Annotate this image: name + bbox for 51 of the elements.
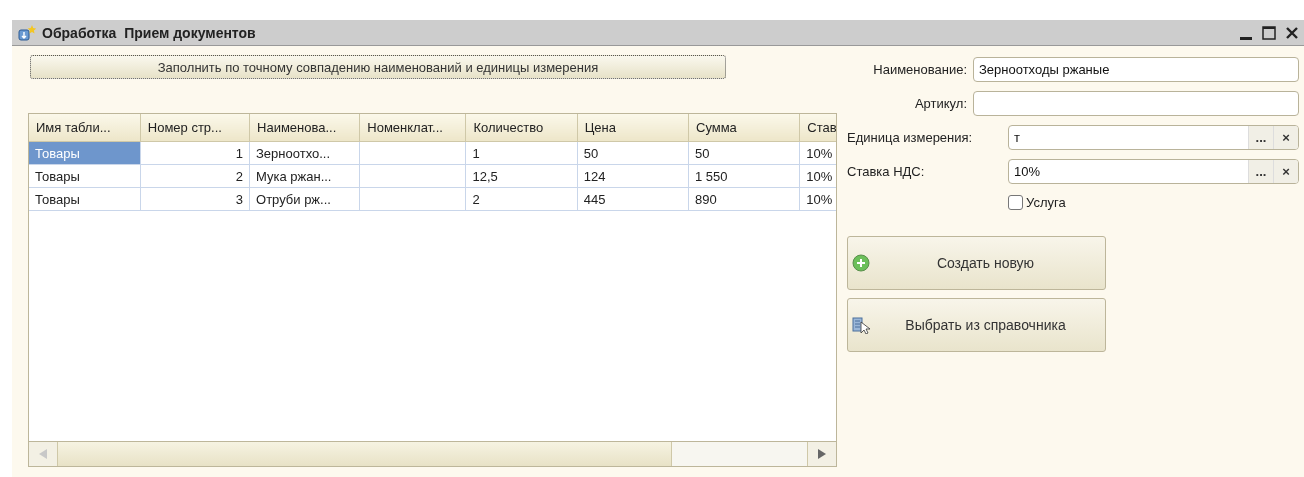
table-cell: 10% — [799, 141, 836, 165]
table-cell: 2 — [465, 187, 578, 211]
column-header[interactable]: Номенклат... — [359, 114, 466, 142]
table-cell: 890 — [688, 187, 800, 211]
column-header[interactable]: Имя табли... — [29, 114, 141, 142]
column-header[interactable]: Номер стр... — [140, 114, 250, 142]
table-cell: 50 — [577, 141, 689, 165]
table-cell: Мука ржан... — [249, 164, 360, 188]
maximize-icon[interactable] — [1262, 25, 1276, 40]
window-title: Обработка Прием документов — [42, 24, 257, 41]
action-button[interactable]: Выбрать из справочника — [847, 298, 1106, 352]
table-cell: 3 — [140, 187, 250, 211]
column-header[interactable]: Сумма — [688, 114, 800, 142]
table-cell: 445 — [577, 187, 689, 211]
action-button[interactable]: Создать новую — [847, 236, 1106, 290]
table-cell: 10% — [799, 164, 836, 188]
table-cell: 50 — [688, 141, 800, 165]
table-cell: 2 — [140, 164, 250, 188]
table-cell: 1 — [465, 141, 578, 165]
table-cell[interactable]: Товары — [29, 164, 141, 188]
list-cursor-icon — [852, 316, 870, 334]
checkbox-label: Услуга — [1026, 194, 1066, 210]
field-label: Единица измерения: — [847, 130, 974, 145]
close-icon[interactable] — [1286, 26, 1298, 39]
input-field[interactable]: Зерноотходы ржаные — [973, 57, 1299, 82]
input-field[interactable]: т ... × — [1008, 125, 1299, 150]
table-cell: 124 — [577, 164, 689, 188]
field-label: Наименование: — [872, 62, 967, 77]
table-cell: Отруби рж... — [249, 187, 360, 211]
column-header[interactable]: Наименова... — [249, 114, 360, 142]
column-header[interactable]: Цена — [577, 114, 689, 142]
input-field[interactable]: 10% ... × — [1008, 159, 1299, 184]
table-cell[interactable]: Товары — [29, 187, 141, 211]
choose-button[interactable]: ... — [1248, 126, 1273, 149]
choose-button[interactable]: ... — [1248, 160, 1273, 183]
plus-icon — [852, 254, 870, 272]
table-cell: 1 550 — [688, 164, 800, 188]
table-cell: 10% — [799, 187, 836, 211]
scroll-right-icon[interactable] — [818, 449, 826, 459]
clear-button[interactable]: × — [1273, 126, 1298, 149]
table-cell: Зерноотхо... — [249, 141, 360, 165]
field-label: Артикул: — [913, 96, 967, 111]
field-label: Ставка НДС: — [847, 164, 926, 179]
form-icon — [18, 24, 36, 41]
column-header[interactable]: Став — [799, 114, 836, 142]
clear-button[interactable]: × — [1273, 160, 1298, 183]
table-cell: 1 — [140, 141, 250, 165]
column-header[interactable]: Количество — [465, 114, 578, 142]
checkbox[interactable] — [1008, 194, 1023, 210]
table-cell: 12,5 — [465, 164, 578, 188]
fill-button[interactable]: Заполнить по точному совпадению наименований и единицы измерения — [30, 55, 726, 79]
